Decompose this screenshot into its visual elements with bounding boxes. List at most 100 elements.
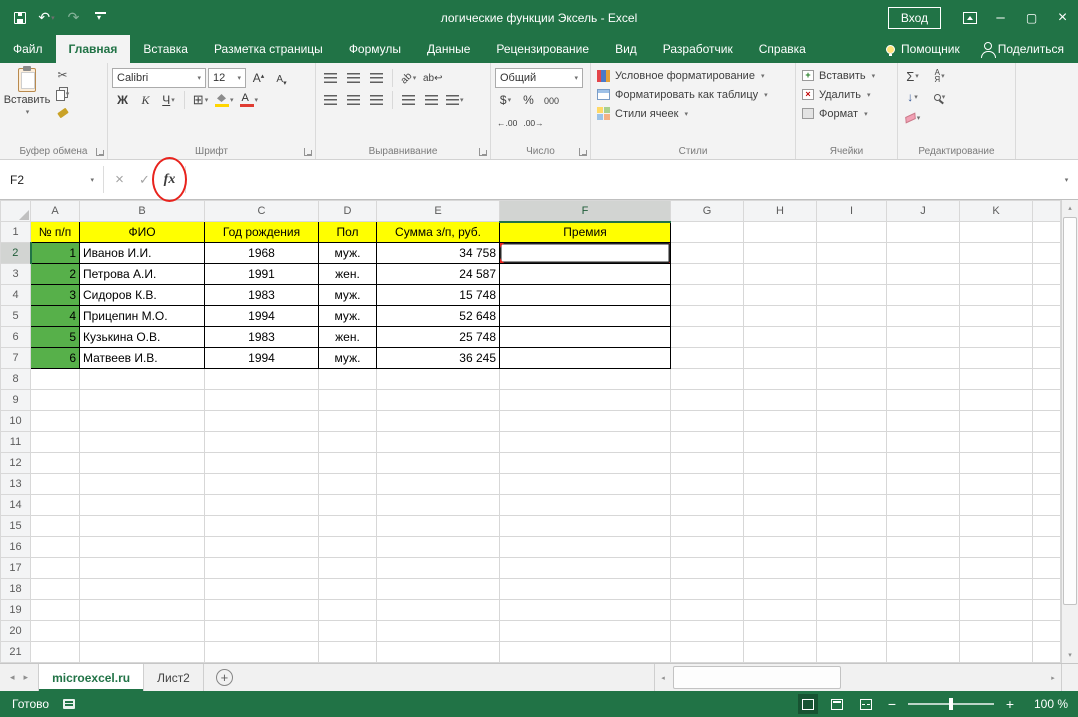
cell-C14[interactable] <box>205 495 319 516</box>
cell-J19[interactable] <box>887 600 960 621</box>
cell-I2[interactable] <box>817 243 887 264</box>
cell-E21[interactable] <box>377 642 500 663</box>
font-name-combo[interactable]: Calibri <box>112 68 206 88</box>
cell-C15[interactable] <box>205 516 319 537</box>
cell-A20[interactable] <box>31 621 80 642</box>
cell-I12[interactable] <box>817 453 887 474</box>
cell-D19[interactable] <box>319 600 377 621</box>
percent-style-button[interactable] <box>518 90 539 110</box>
cell-C13[interactable] <box>205 474 319 495</box>
cell-K11[interactable] <box>960 432 1033 453</box>
cut-button[interactable] <box>52 66 73 84</box>
cell-E13[interactable] <box>377 474 500 495</box>
cell-J3[interactable] <box>887 264 960 285</box>
cell-A16[interactable] <box>31 537 80 558</box>
row-header-19[interactable]: 19 <box>1 600 31 621</box>
cell-B19[interactable] <box>80 600 205 621</box>
column-header-F[interactable]: F <box>500 201 671 222</box>
name-box[interactable]: F2 <box>0 160 100 199</box>
cell-E14[interactable] <box>377 495 500 516</box>
align-left-button[interactable] <box>320 90 341 110</box>
cell-C1[interactable]: Год рождения <box>205 222 319 243</box>
cell-H6[interactable] <box>744 327 817 348</box>
select-all-button[interactable] <box>1 201 31 222</box>
cell-J16[interactable] <box>887 537 960 558</box>
cell-overflow-16[interactable] <box>1033 537 1061 558</box>
cell-A21[interactable] <box>31 642 80 663</box>
row-header-11[interactable]: 11 <box>1 432 31 453</box>
cell-I13[interactable] <box>817 474 887 495</box>
cell-G2[interactable] <box>671 243 744 264</box>
cell-overflow-15[interactable] <box>1033 516 1061 537</box>
cell-K1[interactable] <box>960 222 1033 243</box>
row-header-5[interactable]: 5 <box>1 306 31 327</box>
cell-H2[interactable] <box>744 243 817 264</box>
decrease-indent-button[interactable] <box>398 90 419 110</box>
cell-J5[interactable] <box>887 306 960 327</box>
cell-G4[interactable] <box>671 285 744 306</box>
font-color-button[interactable] <box>238 90 261 110</box>
font-size-combo[interactable]: 12 <box>208 68 246 88</box>
cell-J17[interactable] <box>887 558 960 579</box>
minimize-button[interactable] <box>985 0 1016 35</box>
tab-data[interactable]: Данные <box>414 35 483 63</box>
scroll-down-button[interactable] <box>1062 647 1078 663</box>
comma-style-button[interactable] <box>541 90 562 110</box>
cell-J8[interactable] <box>887 369 960 390</box>
cell-H17[interactable] <box>744 558 817 579</box>
customize-qat-button[interactable] <box>87 4 114 31</box>
cell-E17[interactable] <box>377 558 500 579</box>
find-select-button[interactable] <box>929 87 950 107</box>
cell-H4[interactable] <box>744 285 817 306</box>
cell-E7[interactable]: 36 245 <box>377 348 500 369</box>
cell-B4[interactable]: Сидоров К.В. <box>80 285 205 306</box>
cell-D11[interactable] <box>319 432 377 453</box>
cell-I3[interactable] <box>817 264 887 285</box>
redo-button[interactable] <box>60 4 87 31</box>
cell-K13[interactable] <box>960 474 1033 495</box>
column-header-A[interactable]: A <box>31 201 80 222</box>
align-middle-button[interactable] <box>343 68 364 88</box>
cell-J14[interactable] <box>887 495 960 516</box>
cell-J9[interactable] <box>887 390 960 411</box>
cell-E5[interactable]: 52 648 <box>377 306 500 327</box>
wrap-text-button[interactable] <box>421 68 445 88</box>
vertical-scrollbar[interactable] <box>1061 200 1078 663</box>
cell-H3[interactable] <box>744 264 817 285</box>
zoom-out-button[interactable]: − <box>885 696 899 712</box>
cell-E15[interactable] <box>377 516 500 537</box>
cell-H7[interactable] <box>744 348 817 369</box>
cell-E11[interactable] <box>377 432 500 453</box>
dialog-launcher-icon[interactable] <box>304 148 312 156</box>
cell-G12[interactable] <box>671 453 744 474</box>
dialog-launcher-icon[interactable] <box>479 148 487 156</box>
cell-I21[interactable] <box>817 642 887 663</box>
cell-D13[interactable] <box>319 474 377 495</box>
cell-overflow-9[interactable] <box>1033 390 1061 411</box>
row-header-8[interactable]: 8 <box>1 369 31 390</box>
cell-I9[interactable] <box>817 390 887 411</box>
cell-D5[interactable]: муж. <box>319 306 377 327</box>
cell-overflow-6[interactable] <box>1033 327 1061 348</box>
cell-I7[interactable] <box>817 348 887 369</box>
cell-H21[interactable] <box>744 642 817 663</box>
cell-G11[interactable] <box>671 432 744 453</box>
cell-J1[interactable] <box>887 222 960 243</box>
cell-I5[interactable] <box>817 306 887 327</box>
cell-A17[interactable] <box>31 558 80 579</box>
cell-H15[interactable] <box>744 516 817 537</box>
cell-D3[interactable]: жен. <box>319 264 377 285</box>
cell-F3[interactable] <box>500 264 671 285</box>
cell-E12[interactable] <box>377 453 500 474</box>
cell-B5[interactable]: Прицепин М.О. <box>80 306 205 327</box>
row-header-6[interactable]: 6 <box>1 327 31 348</box>
cell-D18[interactable] <box>319 579 377 600</box>
cell-G15[interactable] <box>671 516 744 537</box>
sort-filter-button[interactable] <box>929 66 950 86</box>
cell-B12[interactable] <box>80 453 205 474</box>
column-header-B[interactable]: B <box>80 201 205 222</box>
cell-F4[interactable] <box>500 285 671 306</box>
new-sheet-button[interactable] <box>216 669 233 686</box>
cell-D6[interactable]: жен. <box>319 327 377 348</box>
ribbon-display-options-button[interactable] <box>955 0 985 35</box>
